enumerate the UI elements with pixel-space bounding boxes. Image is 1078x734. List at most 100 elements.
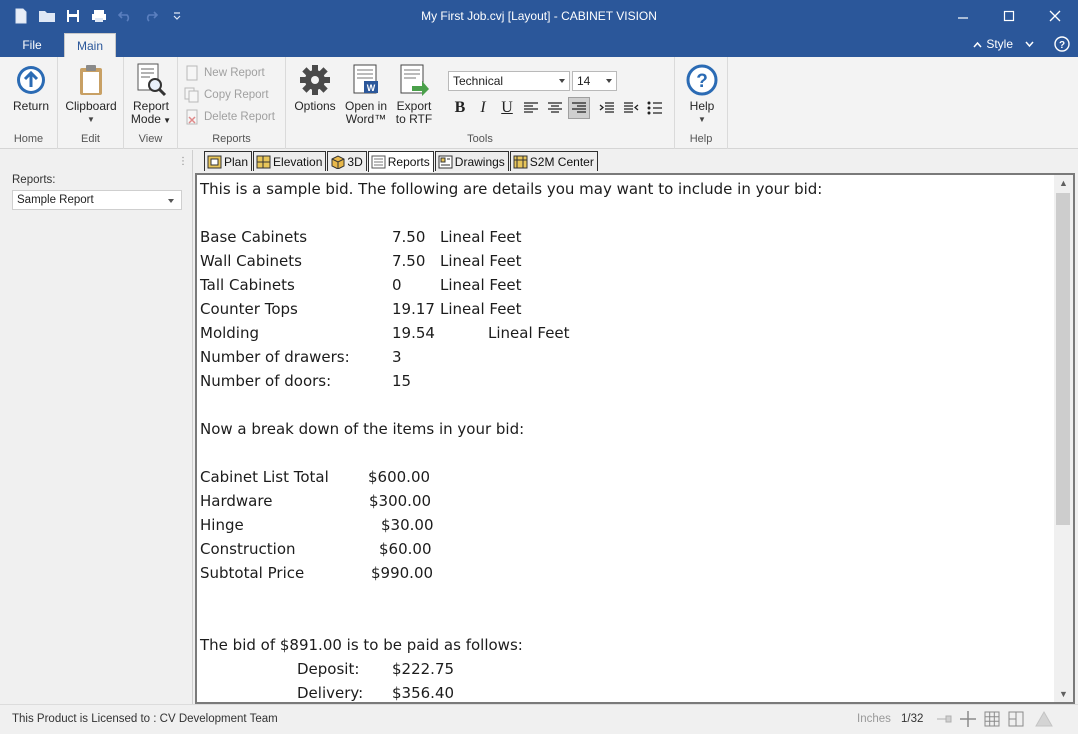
warning-triangle-icon[interactable]: [1035, 710, 1053, 728]
minimize-icon[interactable]: [940, 0, 986, 32]
ribbon-tab-bar: File Main Style ?: [0, 32, 1078, 57]
options-button[interactable]: Options: [292, 63, 338, 113]
tab-plan[interactable]: Plan: [204, 151, 253, 171]
cube-3d-icon: [331, 154, 345, 169]
clipboard-icon: [74, 63, 108, 97]
font-size-value: 14: [577, 74, 591, 88]
help-button[interactable]: ? Help ▼: [681, 63, 723, 126]
new-report-button[interactable]: New Report: [184, 63, 265, 83]
return-label: Return: [12, 99, 50, 113]
license-text: This Product is Licensed to : CV Develop…: [12, 713, 278, 725]
export-rtf-button[interactable]: Export to RTF: [392, 63, 436, 126]
bold-icon[interactable]: B: [449, 97, 471, 119]
report-document[interactable]: This is a sample bid. The following are …: [195, 173, 1075, 704]
group-help: ? Help ▼ Help: [675, 57, 728, 149]
scroll-down-icon[interactable]: ▼: [1054, 686, 1073, 702]
return-button[interactable]: Return: [9, 63, 53, 113]
group-edit: Clipboard ▼ Edit: [58, 57, 124, 149]
report-mode-label-2: Mode: [130, 112, 161, 126]
tab-3d[interactable]: 3D: [327, 151, 367, 171]
crosshair-icon[interactable]: [959, 710, 977, 728]
new-report-label: New Report: [204, 67, 265, 79]
svg-text:?: ?: [1059, 40, 1065, 51]
clipboard-label: Clipboard: [65, 99, 117, 113]
group-label-tools: Tools: [467, 133, 493, 145]
align-center-icon[interactable]: [544, 97, 566, 119]
bullet-list-icon[interactable]: [644, 97, 666, 119]
tab-file[interactable]: File: [12, 33, 52, 57]
group-label-reports: Reports: [212, 133, 251, 145]
group-home: Return Home: [0, 57, 58, 149]
precision-label[interactable]: 1/32: [901, 713, 923, 725]
clipboard-button[interactable]: Clipboard ▼: [64, 63, 118, 126]
tab-elevation[interactable]: Elevation: [253, 151, 327, 171]
grid-icon[interactable]: [983, 710, 1001, 728]
export-document-icon: [397, 63, 431, 97]
group-label-home: Home: [13, 133, 44, 145]
indent-icon[interactable]: [596, 97, 618, 119]
report-select-value: Sample Report: [17, 194, 94, 206]
copy-report-label: Copy Report: [204, 89, 269, 101]
units-label[interactable]: Inches: [857, 713, 891, 725]
close-icon[interactable]: [1032, 0, 1078, 32]
report-select[interactable]: Sample Report: [12, 190, 182, 210]
underline-icon[interactable]: U: [496, 97, 518, 119]
open-in-word-button[interactable]: W Open in Word™: [342, 63, 390, 126]
status-bar: This Product is Licensed to : CV Develop…: [0, 704, 1078, 734]
drawings-icon: [438, 155, 453, 168]
word-document-icon: W: [349, 63, 383, 97]
copy-report-button[interactable]: Copy Report: [184, 85, 269, 105]
tab-main[interactable]: Main: [64, 33, 116, 57]
dropdown-arrow-icon: [168, 199, 174, 203]
copy-report-icon: [184, 87, 199, 103]
new-report-icon: [186, 65, 198, 81]
tab-drawings-label: Drawings: [454, 154, 505, 169]
font-size-select[interactable]: 14: [572, 71, 617, 91]
options-label: Options: [294, 99, 336, 113]
reports-label: Reports:: [12, 174, 56, 186]
return-arrow-icon: [14, 63, 48, 97]
vertical-scrollbar[interactable]: ▲ ▼: [1054, 175, 1073, 702]
tab-reports[interactable]: Reports: [367, 151, 434, 172]
panel-grip-icon[interactable]: ⋮: [178, 156, 188, 167]
scroll-up-icon[interactable]: ▲: [1054, 175, 1073, 191]
help-label: Help: [689, 99, 715, 113]
tab-s2m-center[interactable]: S2M Center: [509, 151, 598, 171]
window-title: My First Job.cvj [Layout] - CABINET VISI…: [421, 9, 657, 23]
outdent-icon[interactable]: [620, 97, 642, 119]
tab-3d-label: 3D: [347, 154, 363, 169]
italic-icon[interactable]: I: [472, 97, 494, 119]
style-menu[interactable]: Style: [973, 37, 1034, 51]
tab-drawings[interactable]: Drawings: [434, 151, 509, 171]
group-reports: New Report Copy Report Delete Report Rep…: [178, 57, 286, 149]
tab-reports-label: Reports: [387, 155, 430, 169]
report-mode-button[interactable]: Report Mode ▼: [128, 63, 174, 127]
group-label-edit: Edit: [81, 133, 100, 145]
report-intro: This is a sample bid. The following are …: [200, 180, 823, 198]
s2m-center-icon: [513, 155, 528, 168]
layout-icon[interactable]: [1007, 710, 1025, 728]
group-tools: Options W Open in Word™ Export to RTF Te…: [286, 57, 675, 149]
group-view: Report Mode ▼ View: [124, 57, 178, 149]
svg-text:W: W: [367, 83, 376, 93]
maximize-icon[interactable]: [986, 0, 1032, 32]
delete-report-button[interactable]: Delete Report: [184, 107, 275, 127]
svg-text:?: ?: [696, 71, 708, 92]
align-right-icon[interactable]: [568, 97, 590, 119]
help-circle-icon[interactable]: ?: [1054, 36, 1070, 52]
align-left-icon[interactable]: [520, 97, 542, 119]
delete-report-label: Delete Report: [204, 111, 275, 123]
delete-report-icon: [186, 109, 198, 125]
font-family-select[interactable]: Technical: [448, 71, 570, 91]
tab-plan-label: Plan: [224, 154, 249, 169]
title-bar: My First Job.cvj [Layout] - CABINET VISI…: [0, 0, 1078, 32]
scrollbar-thumb[interactable]: [1056, 193, 1070, 525]
view-tabs: Plan Elevation 3D Reports Drawings S2M C…: [204, 151, 599, 172]
report-magnifier-icon: [134, 63, 168, 97]
plan-icon: [207, 155, 222, 168]
tab-s2m-center-label: S2M Center: [529, 154, 594, 169]
export-label-2: to RTF: [395, 112, 433, 126]
group-label-view: View: [138, 133, 163, 145]
snap-icon[interactable]: [935, 710, 953, 728]
elevation-icon: [256, 155, 271, 168]
